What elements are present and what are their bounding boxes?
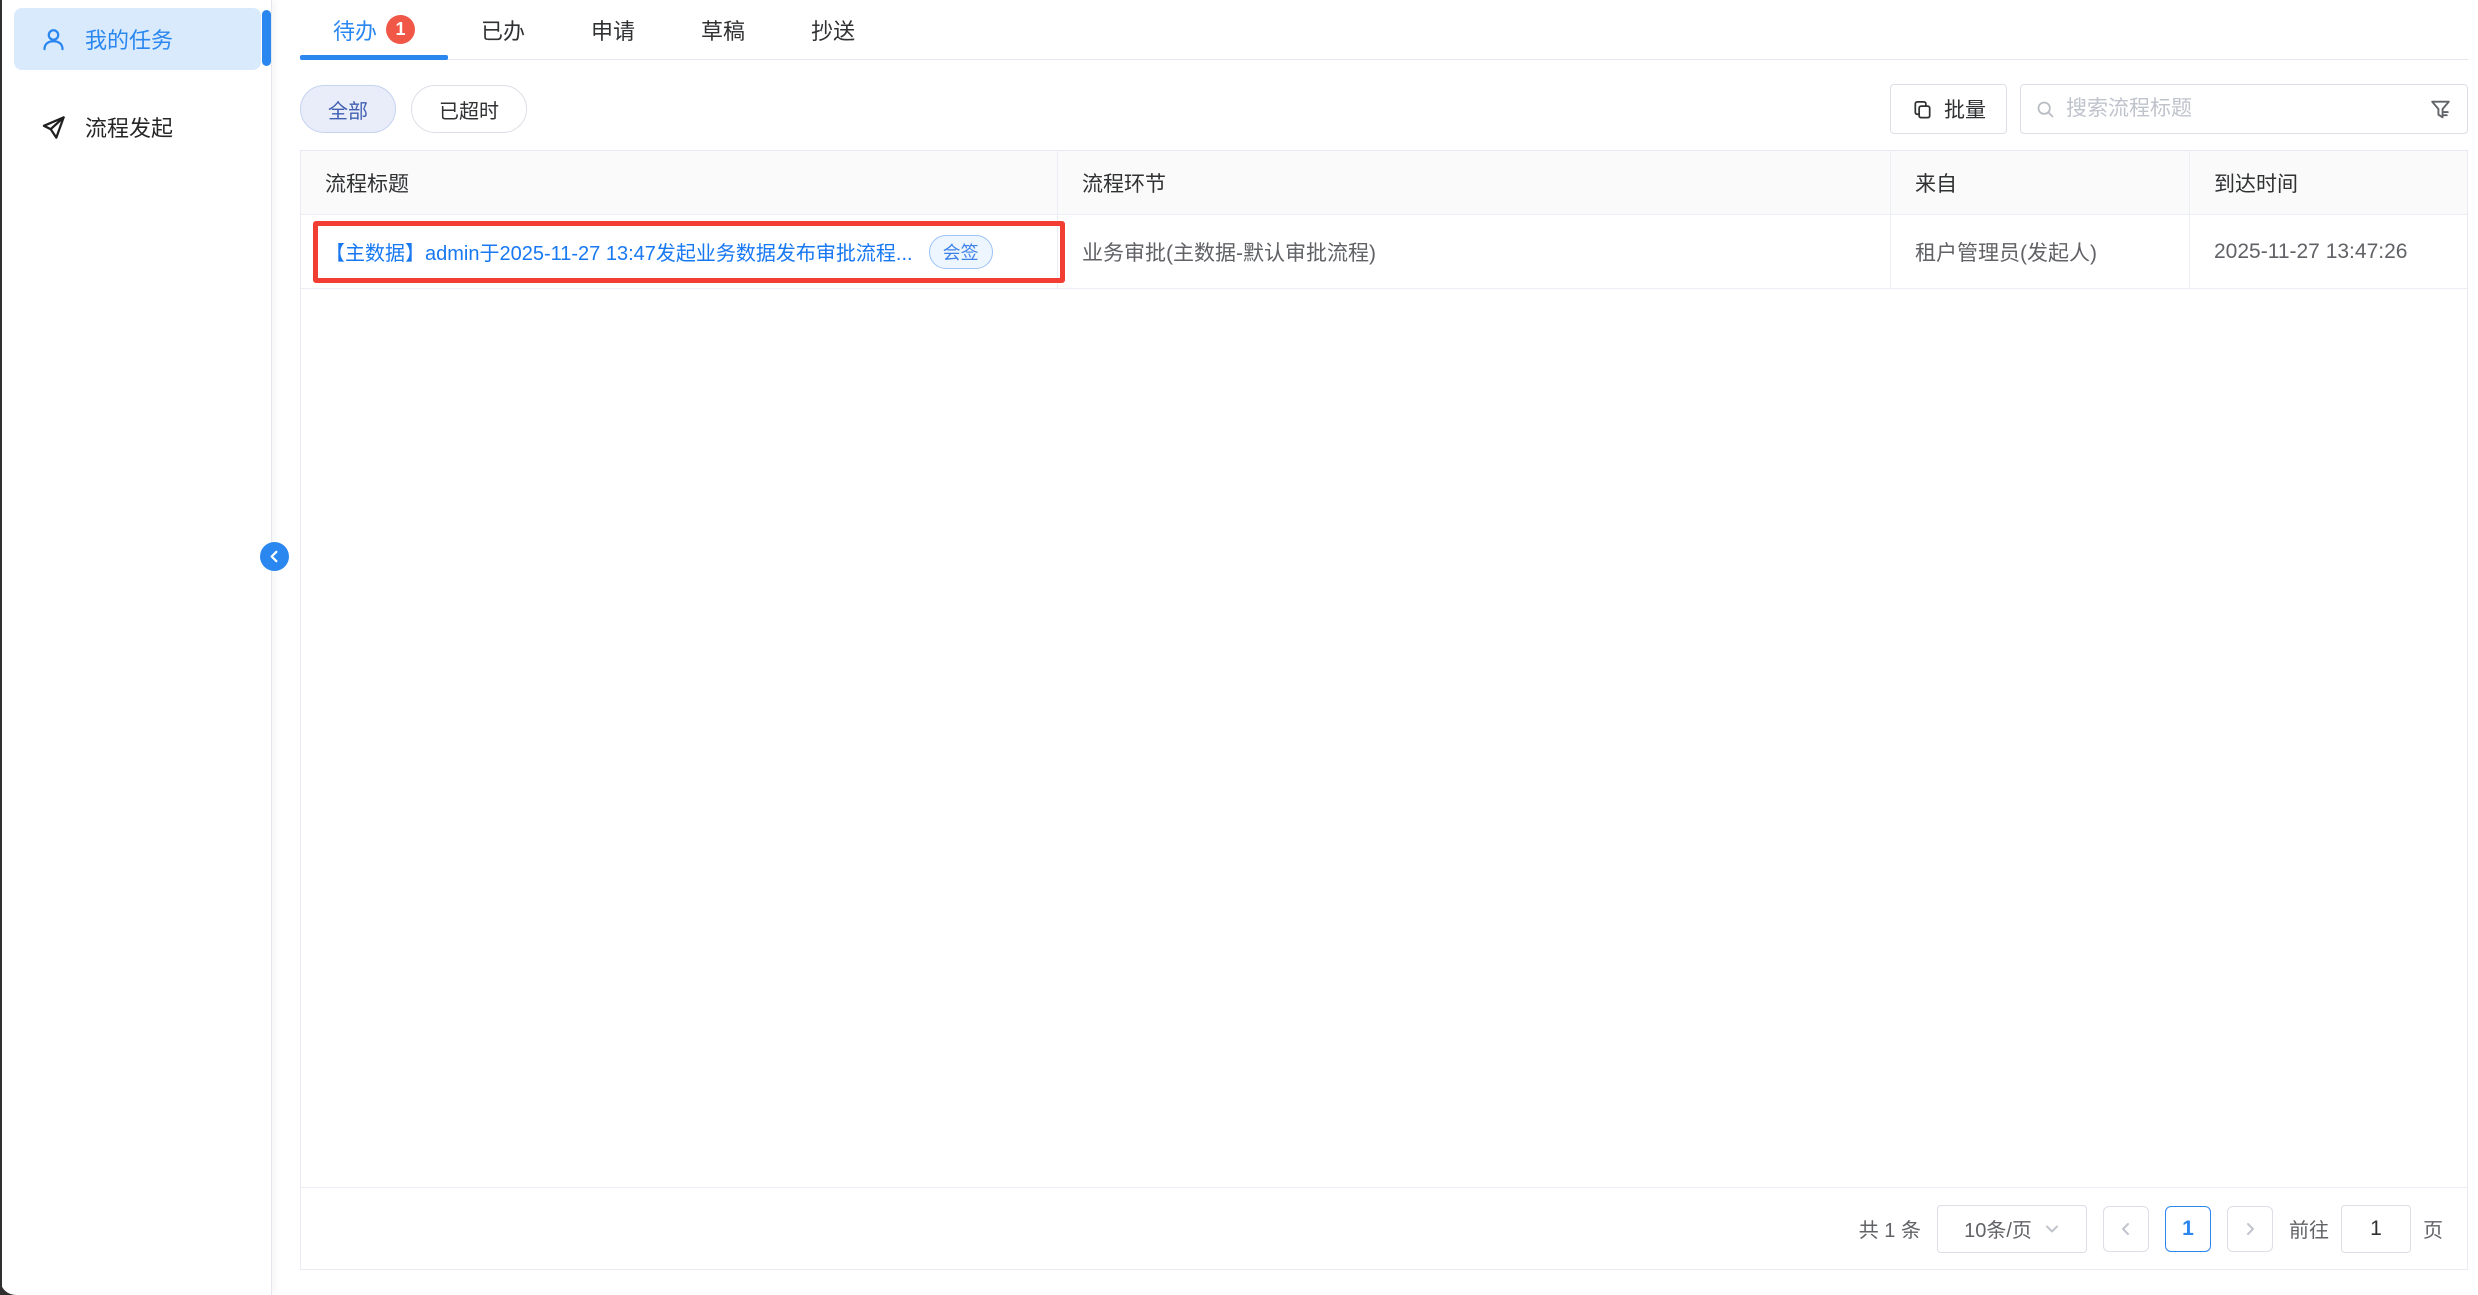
process-title-link[interactable]: 【主数据】admin于2025-11-27 13:47发起业务数据发布审批流程.… [325,237,913,266]
search-input[interactable] [2066,97,2418,121]
todo-count-badge: 1 [386,15,415,44]
chip-all[interactable]: 全部 [300,85,396,133]
table-empty-area [301,289,2467,1187]
table-header: 流程标题 流程环节 来自 到达时间 [301,151,2467,215]
window-left-edge [0,0,2,1295]
batch-button-label: 批量 [1944,94,1986,124]
sidebar-item-start-process[interactable]: 流程发起 [14,96,261,158]
chip-overdue[interactable]: 已超时 [411,85,527,133]
page-number-button[interactable]: 1 [2165,1206,2211,1252]
tab-todo[interactable]: 待办 1 [300,0,448,59]
table-row: 【主数据】admin于2025-11-27 13:47发起业务数据发布审批流程.… [301,215,2467,289]
page-unit-label: 页 [2423,1214,2443,1243]
main-content: 待办 1 已办 申请 草稿 抄送 全部 已超时 [273,0,2478,1295]
column-header-from: 来自 [1891,151,2190,214]
cell-from: 租户管理员(发起人) [1891,215,2190,288]
next-page-button[interactable] [2227,1206,2273,1252]
chip-label: 已超时 [439,95,499,124]
search-box [2020,84,2468,134]
chevron-left-icon [2118,1221,2134,1237]
countersign-tag: 会签 [929,235,993,269]
sidebar-collapse-button[interactable] [260,542,289,571]
user-icon [40,26,67,53]
chevron-left-icon [267,549,282,564]
prev-page-button[interactable] [2103,1206,2149,1252]
page-size-select[interactable]: 10条/页 [1937,1205,2087,1253]
sidebar-item-label: 我的任务 [85,23,173,55]
chevron-right-icon [2242,1221,2258,1237]
page-size-value: 10条/页 [1964,1214,2032,1243]
tab-label: 抄送 [811,14,855,46]
filter-chips: 全部 已超时 [300,85,527,133]
toolbar: 全部 已超时 批量 [300,84,2468,134]
search-icon [2035,99,2056,120]
filter-funnel-icon[interactable] [2428,97,2453,122]
batch-button[interactable]: 批量 [1890,84,2007,134]
goto-page-input[interactable] [2341,1205,2411,1253]
chevron-down-icon [2044,1221,2060,1237]
pagination-total: 共 1 条 [1859,1214,1921,1243]
sidebar: 我的任务 流程发起 [2,0,272,1295]
column-header-arrival: 到达时间 [2190,151,2467,214]
tab-label: 草稿 [701,14,745,46]
tab-done[interactable]: 已办 [448,0,558,59]
tab-applications[interactable]: 申请 [558,0,668,59]
tab-label: 待办 [333,14,377,46]
sidebar-item-label: 流程发起 [85,111,173,143]
task-table: 流程标题 流程环节 来自 到达时间 【主数据】admin于2025-11-27 … [300,150,2468,1270]
task-tabs: 待办 1 已办 申请 草稿 抄送 [300,0,2468,60]
tab-label: 申请 [591,14,635,46]
cell-process-title: 【主数据】admin于2025-11-27 13:47发起业务数据发布审批流程.… [301,215,1058,288]
column-header-step: 流程环节 [1058,151,1891,214]
tab-label: 已办 [481,14,525,46]
chip-label: 全部 [328,95,368,124]
pagination: 共 1 条 10条/页 1 [301,1187,2467,1269]
sidebar-active-indicator [262,10,271,66]
toolbar-right: 批量 [1890,84,2468,134]
cell-arrival-time: 2025-11-27 13:47:26 [2190,215,2467,288]
goto-page: 前往 页 [2289,1205,2443,1253]
goto-label: 前往 [2289,1214,2329,1243]
window-corner [0,1279,16,1295]
column-header-title: 流程标题 [301,151,1058,214]
send-icon [40,114,67,141]
copy-icon [1911,98,1934,121]
cell-process-step: 业务审批(主数据-默认审批流程) [1058,215,1891,288]
app-window: 我的任务 流程发起 待办 1 已办 [0,0,2478,1295]
tab-cc[interactable]: 抄送 [778,0,888,59]
tab-drafts[interactable]: 草稿 [668,0,778,59]
sidebar-item-my-tasks[interactable]: 我的任务 [14,8,261,70]
